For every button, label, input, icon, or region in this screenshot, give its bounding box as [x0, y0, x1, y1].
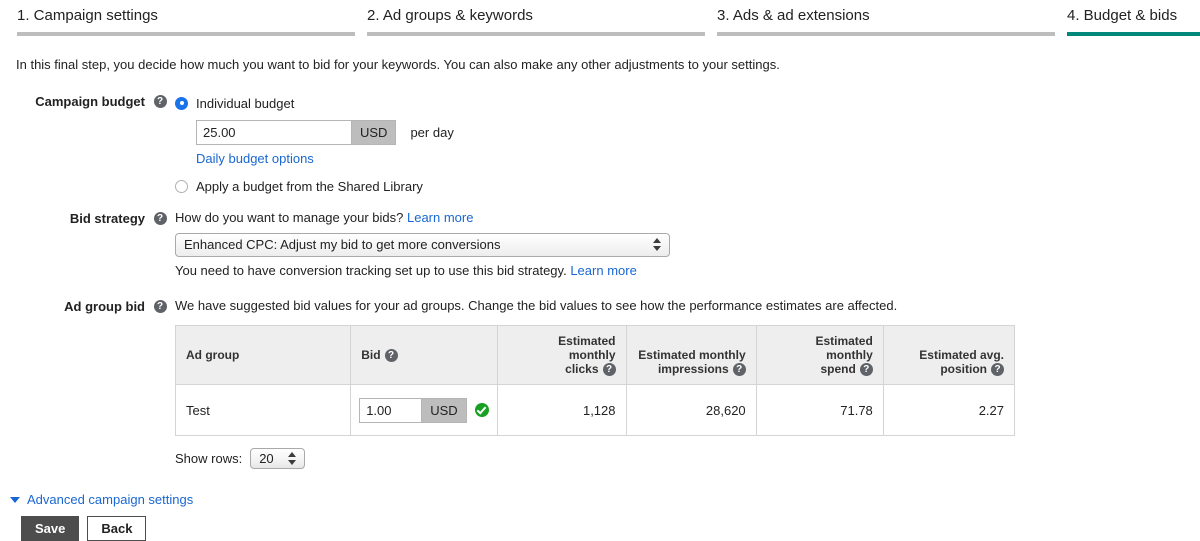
- budget-amount-line: USD per day: [196, 120, 1200, 145]
- column-header-estimated-monthly-impressions[interactable]: Estimated monthly impressions?: [625, 324, 757, 386]
- bid-amount-input[interactable]: [359, 397, 422, 423]
- bid-strategy-learn-more-link[interactable]: Learn more: [407, 210, 473, 225]
- step-tab-underline-active: [1067, 32, 1200, 36]
- table-row: Test USD 1,128 28,620 71.78 2.27: [174, 384, 1016, 437]
- column-header-label-line2: spend: [820, 362, 856, 376]
- footer-actions: Save Back: [21, 516, 147, 541]
- daily-budget-options-wrap: Daily budget options: [196, 151, 1200, 166]
- show-rows-label: Show rows:: [175, 451, 243, 467]
- cell-ad-group-name: Test: [174, 384, 352, 437]
- save-button[interactable]: Save: [21, 516, 80, 541]
- ad-group-bid-label: Ad group bid: [64, 299, 145, 314]
- help-icon[interactable]: ?: [384, 349, 398, 363]
- ad-group-bid-help[interactable]: ?: [145, 298, 175, 313]
- column-header-label: Bid: [361, 348, 381, 362]
- campaign-budget-label: Campaign budget: [35, 94, 145, 109]
- step-tab-label: 3. Ads & ad extensions: [717, 7, 870, 24]
- per-day-label: per day: [410, 125, 454, 140]
- bid-currency-suffix: USD: [421, 397, 467, 423]
- radio-shared-budget[interactable]: [175, 179, 188, 193]
- daily-budget-options-link[interactable]: Daily budget options: [196, 151, 314, 166]
- advanced-campaign-settings-label[interactable]: Advanced campaign settings: [27, 492, 193, 507]
- step-tab-label: 4. Budget & bids: [1067, 7, 1178, 24]
- help-icon[interactable]: ?: [153, 212, 167, 225]
- step-tab-underline: [717, 32, 1055, 36]
- column-header-label-line1: Estimated monthly: [558, 334, 616, 362]
- column-header-ad-group[interactable]: Ad group: [174, 324, 352, 386]
- individual-budget-label: Individual budget: [196, 95, 295, 111]
- help-icon[interactable]: ?: [602, 363, 616, 377]
- column-header-label-line2: position: [940, 362, 987, 376]
- campaign-budget-help[interactable]: ?: [145, 93, 175, 108]
- chevron-down-icon: [10, 496, 20, 503]
- help-icon[interactable]: ?: [153, 300, 167, 313]
- step-tab-ads-ad-extensions[interactable]: 3. Ads & ad extensions: [700, 7, 1055, 36]
- bid-strategy-help[interactable]: ?: [145, 210, 175, 225]
- campaign-budget-body: Individual budget USD per day Daily budg…: [175, 93, 1200, 196]
- check-circle-icon: [474, 403, 489, 418]
- bid-strategy-body: How do you want to manage your bids? Lea…: [175, 210, 1200, 278]
- column-header-estimated-avg-position[interactable]: Estimated avg. position?: [882, 324, 1016, 386]
- step-tab-underline: [367, 32, 705, 36]
- column-header-label: Ad group: [186, 348, 240, 363]
- help-icon[interactable]: ?: [153, 95, 167, 108]
- show-rows-select[interactable]: 20: [250, 448, 306, 470]
- radio-individual-budget[interactable]: [175, 96, 188, 110]
- estimates-table: Ad group Bid? Estimated monthly clicks? …: [174, 324, 1016, 437]
- cell-bid: USD: [350, 384, 499, 437]
- cell-estimated-impressions: 28,620: [625, 384, 757, 437]
- ad-group-bid-description: We have suggested bid values for your ad…: [175, 298, 898, 313]
- bid-strategy-note-line: You need to have conversion tracking set…: [175, 263, 1200, 278]
- table-header-row: Ad group Bid? Estimated monthly clicks? …: [174, 324, 1016, 386]
- back-button[interactable]: Back: [87, 516, 147, 541]
- help-icon[interactable]: ?: [732, 363, 746, 377]
- step-tab-underline: [17, 32, 355, 36]
- bid-strategy-select-wrap: Enhanced CPC: Adjust my bid to get more …: [175, 233, 670, 257]
- bid-strategy-note: You need to have conversion tracking set…: [175, 263, 567, 278]
- shared-budget-option[interactable]: Apply a budget from the Shared Library: [175, 176, 1200, 196]
- bid-strategy-label: Bid strategy: [69, 211, 145, 226]
- column-header-label-line1: Estimated avg.: [919, 348, 1004, 362]
- intro-text: In this final step, you decide how much …: [16, 57, 780, 72]
- bid-strategy-note-learn-more-link[interactable]: Learn more: [570, 263, 636, 278]
- ad-group-bid-body: We have suggested bid values for your ad…: [174, 298, 1200, 470]
- step-tab-campaign-settings[interactable]: 1. Campaign settings: [0, 7, 355, 36]
- ad-group-bid-row: Ad group bid ? We have suggested bid val…: [0, 298, 1200, 470]
- step-tab-ad-groups-keywords[interactable]: 2. Ad groups & keywords: [350, 7, 705, 36]
- select-arrows-icon: [288, 450, 297, 468]
- cell-estimated-avg-position: 2.27: [882, 384, 1016, 437]
- column-header-label-line2: impressions: [657, 362, 729, 376]
- help-icon[interactable]: ?: [859, 363, 873, 377]
- column-header-estimated-monthly-spend[interactable]: Estimated monthly spend?: [755, 324, 884, 386]
- cell-estimated-clicks: 1,128: [497, 384, 627, 437]
- help-icon[interactable]: ?: [991, 363, 1004, 377]
- step-tab-label: 2. Ad groups & keywords: [367, 7, 533, 24]
- column-header-label-line2: clicks: [565, 362, 599, 376]
- bid-strategy-question: How do you want to manage your bids?: [175, 210, 404, 225]
- show-rows-control: Show rows: 20: [175, 448, 1200, 470]
- cell-estimated-spend: 71.78: [755, 384, 884, 437]
- bid-strategy-row: Bid strategy ? How do you want to manage…: [0, 210, 1200, 278]
- step-tab-label: 1. Campaign settings: [17, 7, 158, 24]
- budget-amount-input[interactable]: [196, 120, 351, 145]
- step-tabs: 1. Campaign settings 2. Ad groups & keyw…: [0, 0, 1200, 36]
- advanced-campaign-settings-toggle[interactable]: Advanced campaign settings: [10, 492, 1200, 507]
- individual-budget-option[interactable]: Individual budget: [175, 93, 1200, 113]
- budget-form: Campaign budget ? Individual budget USD …: [0, 93, 1200, 470]
- bid-strategy-question-line: How do you want to manage your bids? Lea…: [175, 210, 1200, 225]
- column-header-estimated-monthly-clicks[interactable]: Estimated monthly clicks?: [497, 324, 627, 386]
- bid-strategy-select[interactable]: Enhanced CPC: Adjust my bid to get more …: [175, 233, 670, 257]
- campaign-budget-row: Campaign budget ? Individual budget USD …: [0, 93, 1200, 196]
- budget-currency-suffix: USD: [351, 120, 397, 145]
- column-header-bid[interactable]: Bid?: [350, 324, 499, 386]
- shared-budget-label: Apply a budget from the Shared Library: [196, 178, 423, 194]
- column-header-label-line1: Estimated monthly: [638, 348, 746, 362]
- step-tab-budget-bids[interactable]: 4. Budget & bids: [1050, 7, 1200, 36]
- column-header-label-line1: Estimated monthly: [815, 334, 873, 362]
